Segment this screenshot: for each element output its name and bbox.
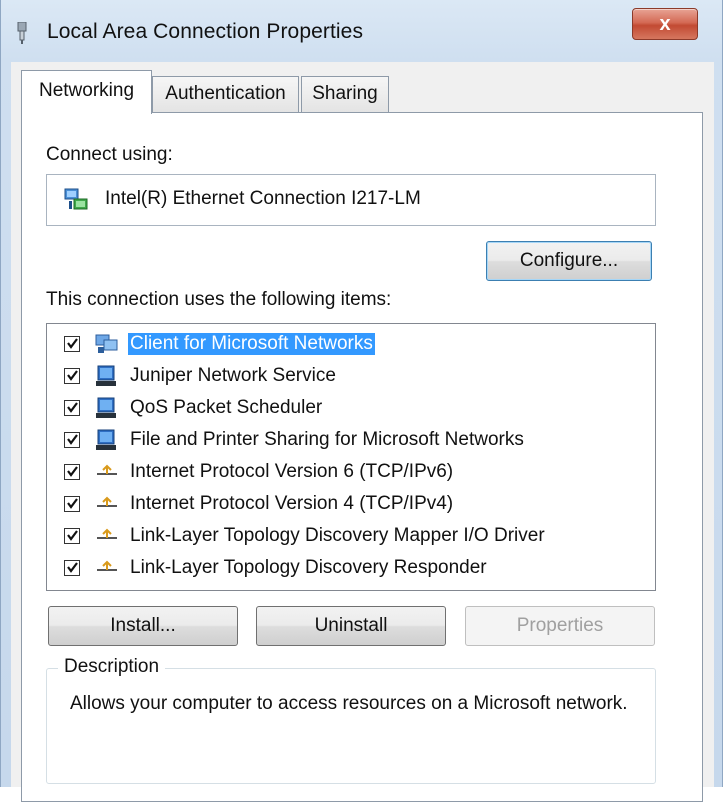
- item-checkbox[interactable]: [64, 400, 80, 416]
- item-label: Link-Layer Topology Discovery Mapper I/O…: [130, 525, 545, 546]
- network-service-icon: [96, 429, 116, 450]
- description-legend: Description: [58, 656, 166, 678]
- configure-button[interactable]: Configure...: [486, 241, 652, 281]
- item-checkbox[interactable]: [64, 528, 80, 544]
- properties-button: Properties: [465, 606, 655, 646]
- network-connection-icon: [17, 22, 27, 44]
- list-item[interactable]: Link-Layer Topology Discovery Mapper I/O…: [47, 520, 647, 552]
- adapter-field: Intel(R) Ethernet Connection I217-LM: [46, 174, 656, 226]
- item-label: Internet Protocol Version 6 (TCP/IPv6): [130, 461, 454, 482]
- adapter-name: Intel(R) Ethernet Connection I217-LM: [105, 188, 421, 209]
- tab-networking[interactable]: Networking: [21, 70, 152, 114]
- list-item[interactable]: Internet Protocol Version 6 (TCP/IPv6): [47, 456, 647, 488]
- network-service-icon: [96, 365, 116, 386]
- protocol-icon: [97, 560, 117, 571]
- close-button[interactable]: x: [632, 8, 698, 40]
- protocol-icon: [97, 496, 117, 507]
- network-service-icon: [96, 397, 116, 418]
- protocol-icon: [97, 528, 117, 539]
- item-label: Link-Layer Topology Discovery Responder: [130, 557, 487, 578]
- connect-using-label: Connect using:: [46, 144, 173, 165]
- tab-sharing[interactable]: Sharing: [301, 76, 389, 112]
- item-label: Internet Protocol Version 4 (TCP/IPv4): [130, 493, 454, 514]
- item-checkbox[interactable]: [64, 336, 80, 352]
- item-label: File and Printer Sharing for Microsoft N…: [130, 429, 524, 450]
- tab-authentication[interactable]: Authentication: [152, 76, 299, 112]
- item-checkbox[interactable]: [64, 496, 80, 512]
- network-client-icon: [95, 334, 118, 353]
- item-checkbox[interactable]: [64, 432, 80, 448]
- items-list[interactable]: Client for Microsoft Networks Juniper Ne…: [46, 323, 656, 591]
- list-item[interactable]: Client for Microsoft Networks: [47, 328, 647, 360]
- description-text: Allows your computer to access resources…: [70, 693, 628, 714]
- list-item[interactable]: File and Printer Sharing for Microsoft N…: [47, 424, 647, 456]
- list-item[interactable]: Juniper Network Service: [47, 360, 647, 392]
- item-checkbox[interactable]: [64, 368, 80, 384]
- uninstall-button[interactable]: Uninstall: [256, 606, 446, 646]
- item-label: Client for Microsoft Networks: [128, 333, 375, 355]
- install-button[interactable]: Install...: [48, 606, 238, 646]
- network-adapter-icon: [64, 188, 88, 210]
- list-item[interactable]: Internet Protocol Version 4 (TCP/IPv4): [47, 488, 647, 520]
- item-label: QoS Packet Scheduler: [130, 397, 323, 418]
- item-label: Juniper Network Service: [130, 365, 336, 386]
- item-checkbox[interactable]: [64, 464, 80, 480]
- items-label: This connection uses the following items…: [46, 289, 392, 310]
- title-bar[interactable]: Local Area Connection Properties x: [1, 0, 723, 62]
- protocol-icon: [97, 464, 117, 475]
- list-item[interactable]: Link-Layer Topology Discovery Responder: [47, 552, 647, 584]
- list-item[interactable]: QoS Packet Scheduler: [47, 392, 647, 424]
- item-checkbox[interactable]: [64, 560, 80, 576]
- description-group: [46, 668, 656, 784]
- window-title: Local Area Connection Properties: [47, 20, 364, 43]
